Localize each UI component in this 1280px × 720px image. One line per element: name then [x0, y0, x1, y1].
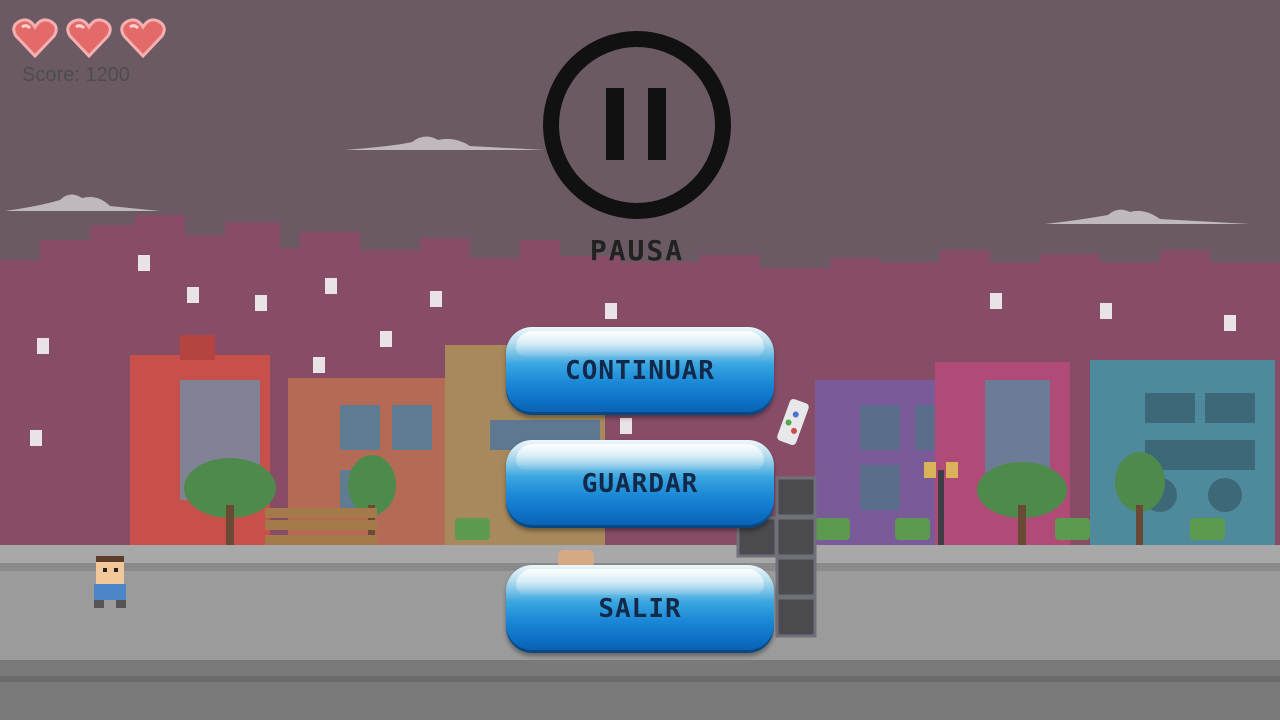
exit-button[interactable]: SALIR — [506, 565, 774, 653]
score-label: Score: 1200 — [22, 64, 130, 86]
heart-icon — [120, 18, 166, 58]
continue-button[interactable]: CONTINUAR — [506, 327, 774, 415]
pause-icon — [543, 31, 731, 219]
continue-button-label: CONTINUAR — [565, 356, 715, 386]
save-button-label: GUARDAR — [581, 469, 699, 499]
save-button[interactable]: GUARDAR — [506, 440, 774, 528]
heart-icon — [66, 18, 112, 58]
exit-button-label: SALIR — [598, 594, 682, 624]
game-scene: Score: 1200 PAUSA CONTINUAR GUARDAR SALI… — [0, 0, 1280, 720]
heart-icon — [12, 18, 58, 58]
pause-title: PAUSA — [589, 234, 685, 267]
lives-display — [12, 18, 166, 58]
